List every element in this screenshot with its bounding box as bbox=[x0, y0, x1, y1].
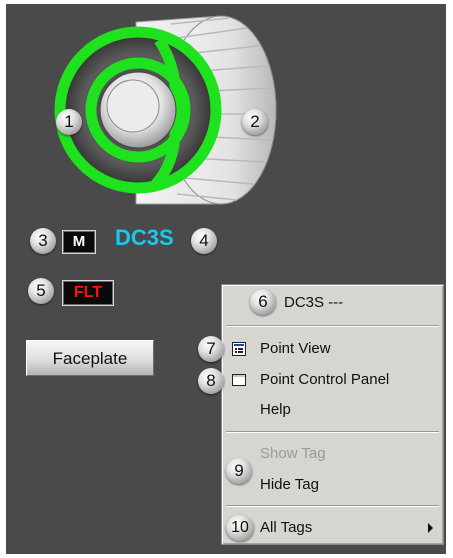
callout-8: 8 bbox=[198, 368, 224, 394]
menu-item-label: Point Control Panel bbox=[260, 371, 390, 388]
tag-name[interactable]: DC3S bbox=[115, 224, 174, 252]
menu-item-all-tags[interactable]: All Tags bbox=[222, 514, 443, 542]
fault-badge[interactable]: FLT bbox=[62, 280, 114, 306]
menu-item-point-view[interactable]: Point View bbox=[222, 335, 443, 363]
callout-2: 2 bbox=[242, 109, 268, 135]
callout-7: 7 bbox=[198, 336, 224, 362]
menu-item-hide-tag[interactable]: Hide Tag bbox=[222, 471, 443, 499]
menu-item-show-tag: Show Tag bbox=[222, 440, 443, 468]
menu-item-label: Show Tag bbox=[260, 445, 326, 462]
mode-badge[interactable]: M bbox=[62, 230, 96, 254]
device-symbol[interactable] bbox=[51, 10, 281, 210]
callout-3: 3 bbox=[30, 228, 56, 254]
callout-9: 9 bbox=[226, 458, 252, 484]
control-panel-icon bbox=[232, 374, 246, 386]
callout-5: 5 bbox=[28, 278, 54, 304]
menu-item-label: Hide Tag bbox=[260, 476, 319, 493]
menu-item-help[interactable]: Help bbox=[222, 396, 443, 424]
menu-item-label: Help bbox=[260, 401, 291, 418]
menu-item-label: All Tags bbox=[260, 519, 313, 536]
callout-4: 4 bbox=[191, 228, 217, 254]
menu-separator bbox=[226, 431, 439, 433]
menu-header-label: DC3S --- bbox=[284, 294, 344, 311]
callout-10: 10 bbox=[226, 515, 254, 541]
submenu-arrow-icon bbox=[428, 523, 433, 533]
faceplate-button[interactable]: Faceplate bbox=[26, 340, 154, 376]
graphic-display: 1 2 3 M DC3S 4 5 FLT Faceplate DC3S --- … bbox=[6, 4, 446, 554]
menu-item-label: Point View bbox=[260, 340, 331, 357]
callout-1: 1 bbox=[56, 109, 82, 135]
point-view-icon bbox=[232, 342, 246, 356]
context-menu: DC3S --- 6 Point View 7 Point Control Pa… bbox=[198, 284, 444, 545]
menu-separator bbox=[226, 325, 439, 327]
callout-6: 6 bbox=[250, 289, 276, 315]
menu-item-point-control-panel[interactable]: Point Control Panel bbox=[222, 366, 443, 394]
menu-separator bbox=[226, 505, 439, 507]
